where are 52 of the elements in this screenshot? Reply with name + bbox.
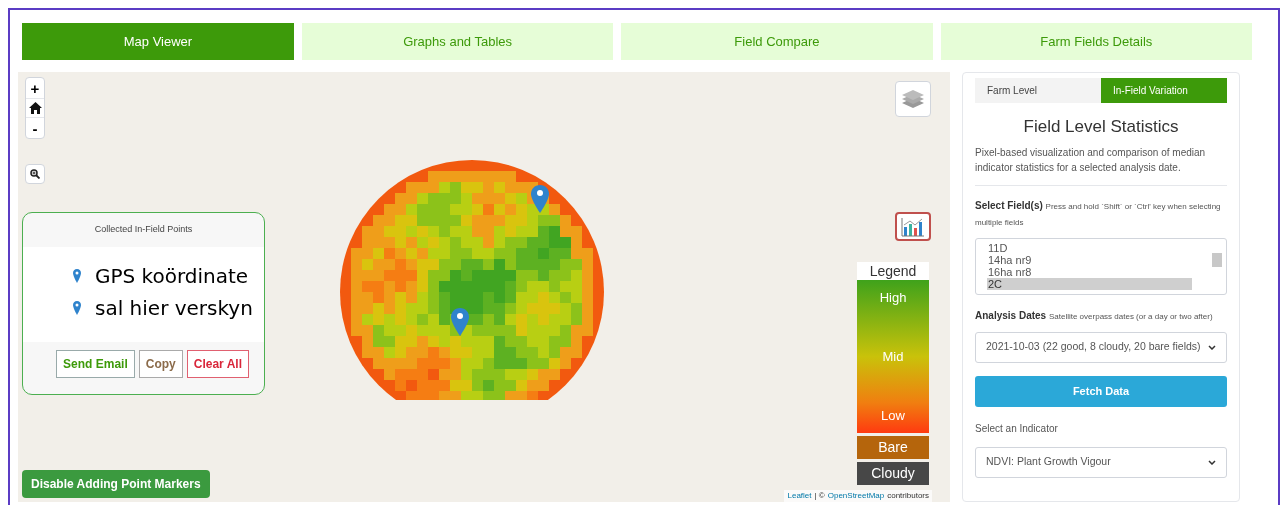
legend-label: High: [879, 289, 907, 307]
attribution-link[interactable]: OpenStreetMap: [827, 490, 885, 502]
nav-tab[interactable]: Field Compare: [621, 23, 933, 60]
action-button[interactable]: Copy: [138, 349, 183, 378]
attribution-text: | ©: [814, 490, 825, 502]
dates-label: Analysis Dates Satellite overpass dates (or a day or two after): [975, 308, 1214, 323]
legend-title: Legend: [857, 262, 929, 280]
chevron-down-icon: [1208, 344, 1216, 350]
nav-tab[interactable]: Graphs and Tables: [301, 23, 614, 60]
nav-tab[interactable]: Farm Fields Details: [940, 23, 1252, 60]
panel-heading: Field Level Statistics: [1022, 116, 1180, 138]
panel-tab[interactable]: In-Field Variation: [1101, 78, 1227, 103]
action-button[interactable]: Clear All: [186, 349, 249, 378]
home-icon: [28, 102, 42, 114]
toggle-markers-button[interactable]: Disable Adding Point Markers: [22, 470, 210, 498]
list-option[interactable]: 16ha nr8: [987, 265, 1192, 278]
search-icon: [30, 169, 40, 179]
bar-chart-icon: [901, 216, 925, 237]
info-text: GPS koördinate: [95, 262, 249, 290]
field-list[interactable]: 11D 14ha nr9 16ha nr8 2C: [975, 237, 1227, 295]
zoom-in-button[interactable]: +: [26, 78, 44, 98]
field-label: Select Field(s) Press and hold `Shift` or `Ctrl' key when selecting multiple fields: [975, 198, 1222, 229]
map-marker-icon[interactable]: [531, 185, 549, 213]
legend-label: Mid: [882, 347, 904, 366]
description-text: Pixel-based visualization and comparison of median indicator statistics for a selected analysis date.: [975, 144, 1227, 186]
chevron-down-icon: [1208, 459, 1216, 465]
dropdown[interactable]: NDVI: Plant Growth Vigour: [975, 446, 1227, 478]
attribution-link[interactable]: Leaflet: [787, 490, 812, 502]
dropdown[interactable]: 2021-10-03 (22 good, 8 cloudy, 20 bare fields): [975, 331, 1227, 363]
list-option[interactable]: 11D: [987, 241, 1192, 254]
list-option[interactable]: 2C: [987, 277, 1192, 290]
nav-tab[interactable]: Map Viewer: [22, 23, 294, 60]
map-marker-icon: [73, 300, 81, 315]
search-button[interactable]: [25, 164, 45, 184]
legend-class: Cloudy: [857, 462, 929, 485]
indicator-label: Select an Indicator: [975, 421, 1059, 436]
layers-icon: [902, 89, 924, 109]
map-marker-icon[interactable]: [451, 308, 469, 336]
map-marker-icon: [73, 268, 81, 283]
legend-class: Bare: [857, 436, 929, 459]
legend-label: Low: [881, 406, 905, 425]
list-option[interactable]: 14ha nr9: [987, 253, 1192, 266]
attribution-text: contributors: [887, 490, 929, 502]
action-button[interactable]: Send Email: [56, 349, 135, 378]
chart-button[interactable]: [895, 212, 931, 241]
panel-title: Collected In-Field Points: [93, 223, 194, 236]
scrollbar-thumb[interactable]: [1212, 252, 1222, 267]
layers-button[interactable]: [895, 81, 931, 117]
zoom-out-button[interactable]: -: [26, 118, 44, 138]
fetch-data-button[interactable]: Fetch Data: [975, 375, 1227, 407]
info-text: sal hier verskyn: [95, 294, 253, 322]
home-button[interactable]: [26, 98, 44, 118]
